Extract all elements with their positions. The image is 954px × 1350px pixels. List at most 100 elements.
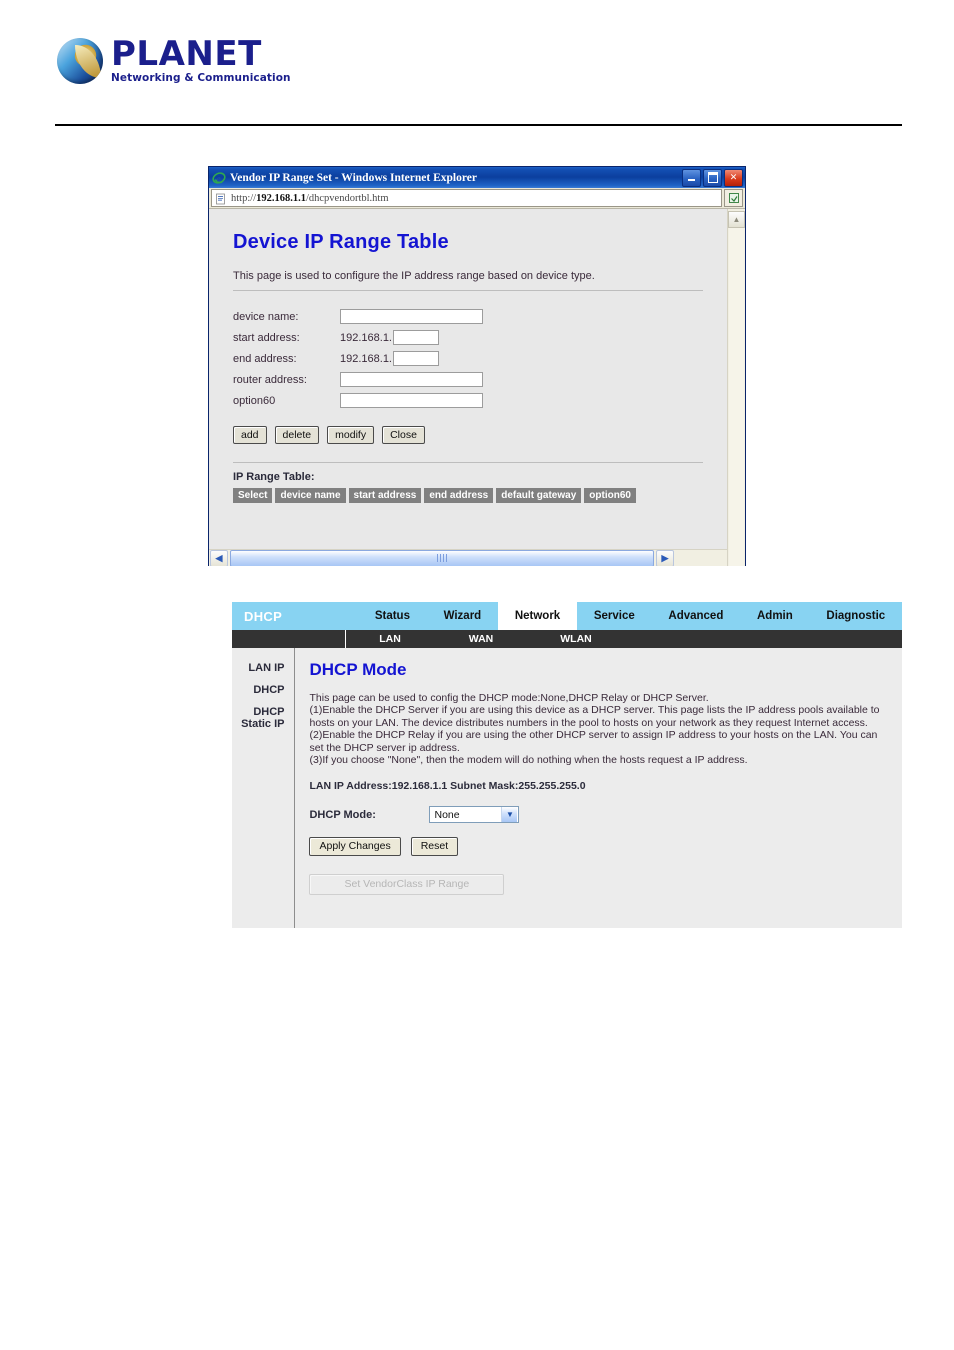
subtab-wlan[interactable]: WLAN <box>528 633 624 645</box>
minimize-icon[interactable] <box>682 168 701 187</box>
field-label: router address: <box>233 373 307 386</box>
dhcp-mode-title: DHCP Mode <box>309 660 407 679</box>
field-device-name: device name: <box>233 309 703 324</box>
sub-navigation: LAN WAN WLAN <box>232 630 902 648</box>
tab-admin[interactable]: Admin <box>740 602 809 630</box>
action-button-row: Apply Changes Reset <box>309 837 886 857</box>
sidebar-item-lan-ip[interactable]: LAN IP <box>232 662 284 674</box>
internet-explorer-icon: e <box>212 171 226 185</box>
subtab-lan[interactable]: LAN <box>346 633 434 645</box>
nav-brand-label: DHCP <box>244 608 283 624</box>
start-address-input[interactable] <box>393 330 439 345</box>
logo-wordmark: PLANET Networking & Communication <box>111 34 291 85</box>
dhcp-desc-line-3: (2)Enable the DHCP Relay if you are usin… <box>309 729 878 754</box>
refresh-icon[interactable] <box>724 189 743 207</box>
page-description: This page is used to configure the IP ad… <box>233 270 595 282</box>
field-end-address: end address: 192.168.1. <box>233 351 703 366</box>
header-divider <box>55 124 902 126</box>
delete-button[interactable]: delete <box>274 426 320 444</box>
reset-button[interactable]: Reset <box>410 837 459 857</box>
vscroll-track[interactable] <box>729 228 744 566</box>
field-label: end address: <box>233 352 297 365</box>
nav-tab-list: Status Wizard Network Service Advanced A… <box>358 602 902 630</box>
field-label: device name: <box>233 310 299 323</box>
ie-content-area: Device IP Range Table This page is used … <box>209 209 745 566</box>
brand-name: PLANET <box>111 34 262 74</box>
dhcp-mode-select[interactable]: None ▼ <box>429 806 520 824</box>
page-title: Device IP Range Table <box>233 231 449 253</box>
brand-tagline: Networking & Communication <box>111 72 291 85</box>
end-address-prefix: 192.168.1. <box>340 352 392 365</box>
th-start-address: start address <box>348 488 422 503</box>
subtab-wan[interactable]: WAN <box>434 633 528 645</box>
address-text: http://192.168.1.1/dhcpvendortbl.htm <box>231 192 389 204</box>
th-select: Select <box>233 488 273 503</box>
ip-range-table-header: Select device name start address end add… <box>233 488 703 503</box>
horizontal-scrollbar[interactable]: ◀ ▶ <box>209 549 727 566</box>
scroll-right-icon[interactable]: ▶ <box>656 549 674 566</box>
sidebar: LAN IP DHCP DHCP Static IP <box>232 648 296 928</box>
add-button[interactable]: add <box>233 426 267 444</box>
modify-button[interactable]: modify <box>327 426 375 444</box>
th-device-name: device name <box>275 488 346 503</box>
scroll-up-icon[interactable]: ▲ <box>728 211 745 228</box>
dhcp-desc-line-4: (3)If you choose "None", then the modem … <box>309 754 748 767</box>
ie-browser-window: e Vendor IP Range Set - Windows Internet… <box>208 166 746 566</box>
set-vendorclass-ip-range-button: Set VendorClass IP Range <box>309 874 505 896</box>
planet-logo: PLANET Networking & Communication <box>57 34 291 85</box>
th-end-address: end address <box>424 488 494 503</box>
page-icon <box>215 192 227 205</box>
window-controls: ✕ <box>682 168 743 187</box>
table-divider <box>233 462 703 463</box>
router-admin-ui: DHCP Status Wizard Network Service Advan… <box>232 602 902 928</box>
th-default-gateway: default gateway <box>496 488 582 503</box>
chevron-down-icon[interactable]: ▼ <box>501 807 518 823</box>
field-start-address: start address: 192.168.1. <box>233 330 703 345</box>
scroll-left-icon[interactable]: ◀ <box>210 549 228 566</box>
ie-address-bar: http://192.168.1.1/dhcpvendortbl.htm <box>209 188 745 209</box>
start-address-prefix: 192.168.1. <box>340 331 392 344</box>
ip-range-table-caption: IP Range Table: <box>233 471 315 483</box>
dhcp-desc-line-2: (1)Enable the DHCP Server if you are usi… <box>309 704 880 729</box>
dhcp-mode-row: DHCP Mode: None ▼ <box>309 806 886 824</box>
dhcp-desc-line-1: This page can be used to config the DHCP… <box>309 692 709 704</box>
maximize-icon[interactable] <box>703 168 722 187</box>
close-icon[interactable]: ✕ <box>724 168 743 187</box>
main-content: DHCP Mode This page can be used to confi… <box>295 648 902 928</box>
router-body: LAN IP DHCP DHCP Static IP DHCP Mode Thi… <box>232 648 902 928</box>
router-address-input[interactable] <box>340 372 483 387</box>
vertical-scrollbar[interactable]: ▲ <box>727 209 745 566</box>
ie-document: Device IP Range Table This page is used … <box>209 209 727 566</box>
tab-network[interactable]: Network <box>498 602 578 630</box>
address-input[interactable]: http://192.168.1.1/dhcpvendortbl.htm <box>211 189 722 207</box>
option60-input[interactable] <box>340 393 483 408</box>
tab-wizard[interactable]: Wizard <box>427 602 498 630</box>
tab-advanced[interactable]: Advanced <box>652 602 741 630</box>
ie-title-bar[interactable]: e Vendor IP Range Set - Windows Internet… <box>209 167 745 188</box>
close-button[interactable]: Close <box>382 426 425 444</box>
tab-service[interactable]: Service <box>577 602 652 630</box>
hscroll-thumb[interactable] <box>230 549 654 566</box>
field-router-address: router address: <box>233 372 703 387</box>
th-option60: option60 <box>584 488 636 503</box>
tab-status[interactable]: Status <box>358 602 427 630</box>
field-option60: option60 <box>233 393 703 408</box>
section-divider <box>233 290 703 291</box>
planet-globe-icon <box>57 38 103 85</box>
form-button-row: add delete modify Close <box>233 426 703 444</box>
field-label: start address: <box>233 331 300 344</box>
dhcp-mode-value: None <box>434 808 460 821</box>
main-navigation: DHCP Status Wizard Network Service Advan… <box>232 602 902 630</box>
sidebar-item-dhcp[interactable]: DHCP <box>232 684 284 696</box>
end-address-input[interactable] <box>393 351 439 366</box>
svg-text:e: e <box>217 173 221 183</box>
device-ip-range-page: Device IP Range Table This page is used … <box>209 231 727 503</box>
device-name-input[interactable] <box>340 309 483 324</box>
field-label: option60 <box>233 394 276 407</box>
subnav-spacer <box>232 630 346 648</box>
sidebar-item-dhcp-static-ip[interactable]: DHCP Static IP <box>232 706 284 730</box>
apply-changes-button[interactable]: Apply Changes <box>309 837 401 857</box>
ie-window-title: Vendor IP Range Set - Windows Internet E… <box>230 171 477 184</box>
tab-diagnostic[interactable]: Diagnostic <box>810 602 902 630</box>
lan-ip-info: LAN IP Address:192.168.1.1 Subnet Mask:2… <box>309 780 586 793</box>
